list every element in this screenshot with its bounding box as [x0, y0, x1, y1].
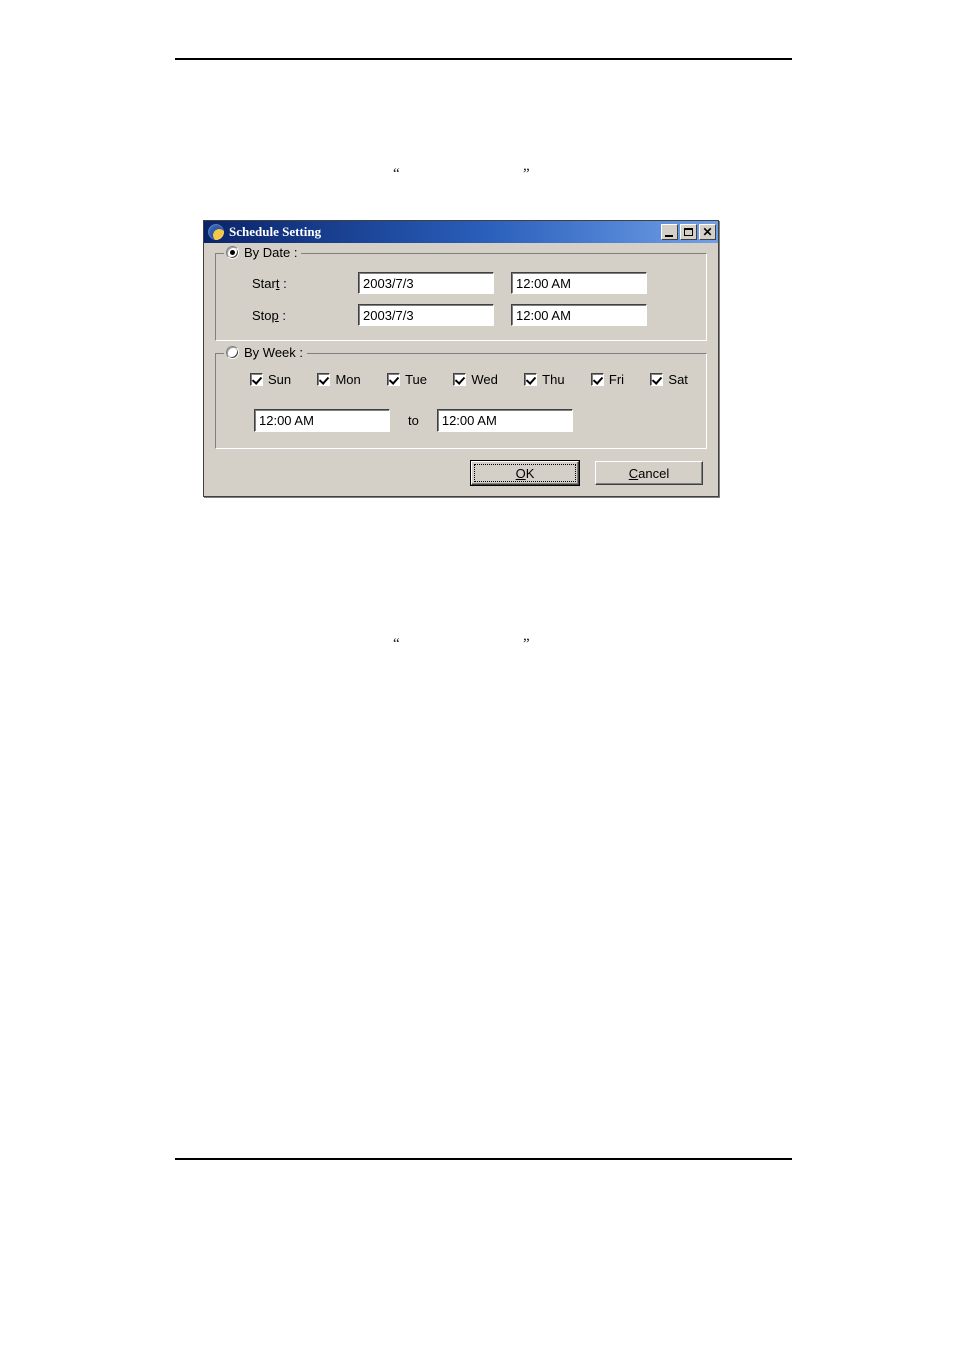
weekday-sat-checkbox[interactable] — [650, 373, 664, 386]
weekday-sat[interactable]: Sat — [650, 372, 688, 387]
start-row: Start : 2003/7/3 12:00 AM — [228, 272, 694, 294]
by-date-group: By Date : Start : 2003/7/3 12:00 AM Stop… — [215, 245, 707, 341]
week-time-from-input[interactable]: 12:00 AM — [254, 409, 390, 432]
page-header-rule — [175, 58, 792, 60]
weekday-mon[interactable]: Mon — [317, 372, 361, 387]
weekday-fri-label: Fri — [608, 372, 625, 387]
dialog-title: Schedule Setting — [229, 224, 322, 239]
caption-quotes-below: “ ” — [175, 636, 792, 656]
weekday-sat-label: Sat — [668, 372, 688, 387]
start-time-input[interactable]: 12:00 AM — [511, 272, 647, 294]
close-icon[interactable]: ✕ — [699, 224, 716, 240]
schedule-setting-dialog: Schedule Setting ✕ By Date : Start : 200… — [203, 220, 719, 497]
minimize-icon[interactable] — [661, 224, 678, 240]
ok-button-label: OK — [515, 465, 535, 481]
by-week-radio[interactable] — [226, 346, 239, 359]
weekday-thu[interactable]: Thu — [524, 372, 565, 387]
to-label: to — [408, 413, 419, 428]
weekday-mon-label: Mon — [335, 372, 361, 387]
weekday-wed[interactable]: Wed — [453, 372, 498, 387]
by-date-label: By Date : — [244, 245, 298, 260]
by-week-group: By Week : Sun Mon Tue Wed Thu Fri Sat 12… — [215, 345, 707, 449]
window-controls: ✕ — [661, 224, 716, 240]
quote-close-mark: ” — [523, 166, 530, 182]
dialog-body: By Date : Start : 2003/7/3 12:00 AM Stop… — [204, 243, 718, 496]
page-footer-rule — [175, 1158, 792, 1160]
by-date-legend[interactable]: By Date : — [224, 245, 302, 260]
weekday-fri-checkbox[interactable] — [590, 373, 604, 386]
weekday-thu-checkbox[interactable] — [524, 373, 538, 386]
weekday-wed-checkbox[interactable] — [453, 373, 467, 386]
stop-accel-key: p — [271, 307, 279, 323]
by-week-legend[interactable]: By Week : — [224, 345, 308, 360]
week-time-until-input[interactable]: 12:00 AM — [436, 409, 573, 432]
stop-date-input[interactable]: 2003/7/3 — [358, 304, 494, 326]
stop-time-input[interactable]: 12:00 AM — [511, 304, 647, 326]
start-date-input[interactable]: 2003/7/3 — [358, 272, 494, 294]
weekday-mon-checkbox[interactable] — [317, 373, 331, 386]
weekday-wed-label: Wed — [471, 372, 498, 387]
by-week-label: By Week : — [244, 345, 304, 360]
stop-label: Stop : — [252, 307, 286, 323]
weekday-tue-checkbox[interactable] — [387, 373, 401, 386]
dialog-titlebar[interactable]: Schedule Setting ✕ — [204, 221, 718, 243]
schedule-icon — [208, 224, 224, 240]
cancel-button-label: Cancel — [628, 465, 670, 481]
dialog-button-row: OK Cancel — [215, 460, 707, 486]
maximize-icon[interactable] — [680, 224, 697, 240]
week-time-range-row: 12:00 AM to 12:00 AM — [228, 409, 694, 432]
weekday-thu-label: Thu — [542, 372, 565, 387]
stop-row: Stop : 2003/7/3 12:00 AM — [228, 304, 694, 326]
ok-button[interactable]: OK — [470, 460, 580, 486]
weekday-sun-checkbox[interactable] — [250, 373, 263, 386]
weekday-fri[interactable]: Fri — [590, 372, 625, 387]
caption-quotes-above: “ ” — [175, 166, 792, 186]
weekday-tue-label: Tue — [405, 372, 428, 387]
cancel-button[interactable]: Cancel — [595, 461, 703, 485]
weekday-sun[interactable]: Sun — [250, 372, 291, 387]
quote-close-mark: ” — [523, 636, 530, 652]
weekday-checkbox-row: Sun Mon Tue Wed Thu Fri Sat — [228, 372, 694, 387]
by-date-radio[interactable] — [226, 246, 239, 259]
start-label: Start : — [252, 275, 287, 291]
weekday-tue[interactable]: Tue — [387, 372, 427, 387]
weekday-sun-label: Sun — [268, 372, 292, 387]
quote-open-mark: “ — [393, 166, 400, 182]
quote-open-mark: “ — [393, 636, 400, 652]
